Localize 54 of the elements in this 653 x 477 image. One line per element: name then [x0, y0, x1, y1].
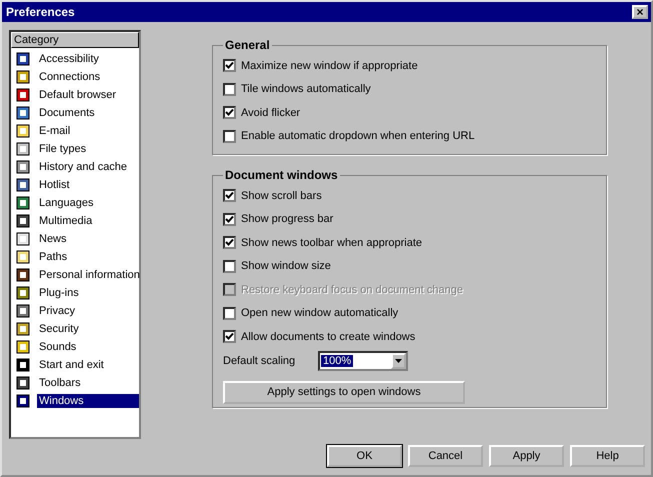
category-item[interactable]: Languages [37, 196, 96, 210]
dialog-button[interactable]: Cancel [408, 445, 483, 467]
category-item[interactable]: Default browser [37, 88, 118, 102]
category-item[interactable]: Privacy [37, 304, 78, 318]
option-label: Allow documents to create windows [241, 330, 416, 343]
window-title: Preferences [6, 5, 75, 19]
checkbox[interactable] [223, 306, 236, 320]
option-label: Show progress bar [241, 213, 334, 226]
category-item[interactable]: Windows [37, 394, 139, 408]
option-label: Tile windows automatically [241, 83, 371, 96]
category-item[interactable]: Paths [37, 250, 70, 264]
category-item[interactable]: File types [37, 142, 88, 156]
checkbox[interactable] [223, 59, 236, 72]
option-label: Avoid flicker [241, 106, 300, 119]
category-item[interactable]: Multimedia [37, 214, 94, 228]
category-item[interactable]: Hotlist [37, 178, 72, 192]
checkbox[interactable] [223, 260, 236, 273]
option-label: Restore keyboard focus on document change [241, 284, 463, 296]
checkbox[interactable] [223, 82, 236, 96]
category-item[interactable]: Connections [37, 70, 102, 84]
dialog-button[interactable]: Help [570, 445, 645, 467]
category-item[interactable]: Security [37, 322, 81, 336]
category-header: Category [11, 32, 139, 48]
dialog-button[interactable]: Apply [489, 445, 564, 467]
caret-icon [395, 358, 402, 362]
category-item[interactable]: News [37, 232, 69, 246]
option-label: Maximize new window if appropriate [241, 60, 418, 72]
category-item[interactable]: Start and exit [37, 358, 106, 372]
category-item[interactable]: History and cache [37, 160, 130, 174]
scaling-label: Default scaling [223, 354, 296, 366]
category-item[interactable]: E-mail [37, 124, 72, 138]
checkbox[interactable] [223, 236, 236, 250]
checkbox[interactable] [223, 189, 236, 202]
checkbox[interactable] [223, 106, 236, 120]
category-item[interactable]: Personal information [37, 268, 142, 282]
category-item[interactable]: Plug-ins [37, 286, 81, 300]
dialog-button[interactable]: OK [327, 445, 402, 467]
apply-settings-button[interactable]: Apply settings to open windows [223, 380, 465, 404]
category-item[interactable]: Accessibility [37, 52, 101, 66]
scaling-dropdown[interactable]: 100% [318, 350, 408, 370]
checkbox[interactable] [223, 330, 236, 344]
option-label: Show news toolbar when appropriate [241, 236, 422, 249]
checkbox[interactable] [223, 130, 236, 143]
checkbox[interactable] [223, 212, 236, 226]
category-item[interactable]: Toolbars [37, 376, 83, 390]
option-label: Show window size [241, 260, 331, 272]
category-item[interactable]: Documents [37, 106, 97, 120]
category-item[interactable]: Sounds [37, 340, 78, 354]
group-title: General [224, 38, 271, 52]
close-button[interactable]: × [632, 5, 648, 19]
option-label: Enable automatic dropdown when entering URL [241, 130, 475, 142]
option-label: Open new window automatically [241, 307, 398, 320]
group-title: Document windows [224, 168, 339, 182]
option-label: Show scroll bars [241, 190, 322, 202]
